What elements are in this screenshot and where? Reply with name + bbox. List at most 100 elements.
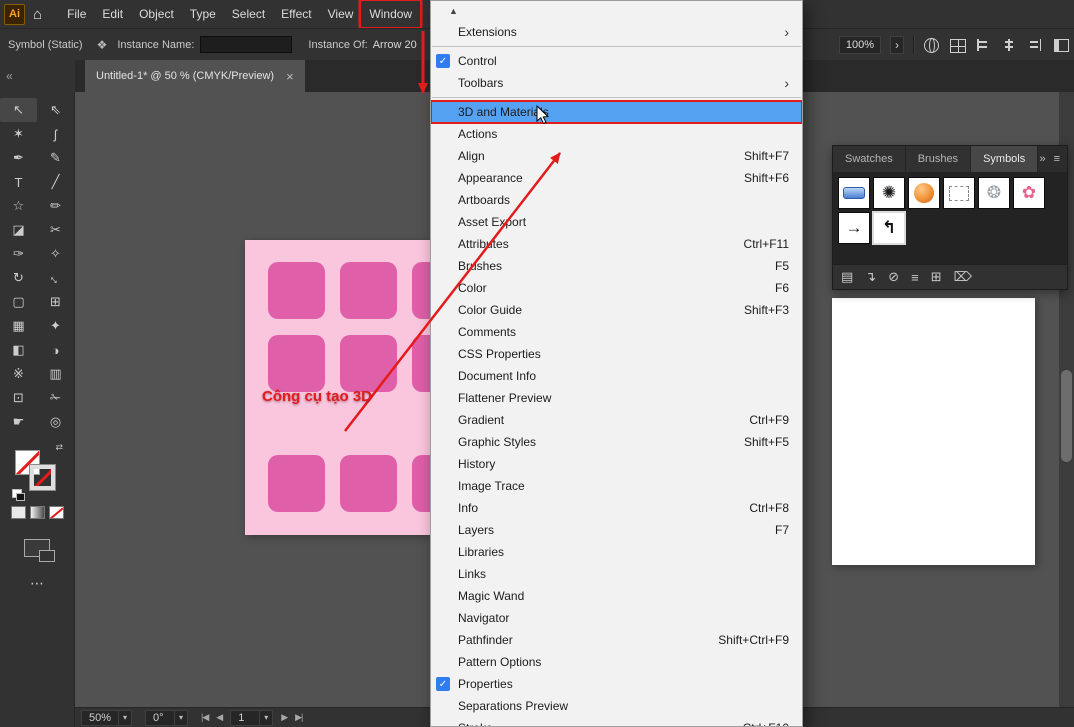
menu-item[interactable]: ✓ Image Trace › [431,475,802,497]
pink-square[interactable] [340,335,397,392]
menu-item[interactable]: ✓ Pathfinder Shift+Ctrl+F9 › [431,629,802,651]
menu-item[interactable]: ✓ Attributes Ctrl+F11 › [431,233,802,255]
menu-item[interactable]: ✓ Align Shift+F7 › [431,145,802,167]
menubar-item[interactable]: Effect [273,1,319,27]
rotation-combo[interactable]: 0° ▾ [145,710,188,726]
selection-tool[interactable]: ↖ [0,98,37,122]
menu-scroll-up[interactable]: ▲ [431,1,802,21]
color-button[interactable] [11,506,26,519]
pink-square[interactable] [412,262,430,319]
next-artboard-button[interactable]: ▶ [281,712,287,723]
menu-item[interactable]: ✓ Links › [431,563,802,585]
pink-square[interactable] [412,455,430,512]
menu-item[interactable]: ✓ Pattern Options › [431,651,802,673]
instance-name-input[interactable] [200,36,292,53]
none-button[interactable] [49,506,64,519]
menubar-item[interactable]: Select [224,1,273,27]
menu-item[interactable]: ✓ Properties › [431,673,802,695]
pink-square[interactable] [412,335,430,392]
menubar-item[interactable]: Type [182,1,224,27]
menu-item[interactable]: ✓ Gradient Ctrl+F9 › [431,409,802,431]
symbol-arrow-right[interactable]: → [838,212,870,244]
scrollbar-thumb[interactable] [1061,370,1072,462]
artboard-tool[interactable]: ⊡ [0,386,37,410]
zoom-dropdown-icon[interactable]: › [890,36,904,54]
slice-tool[interactable]: ✁ [37,386,74,410]
align-right-icon[interactable] [1027,38,1043,52]
symbol-pink-flower[interactable]: ✿ [1013,177,1045,209]
menu-item[interactable]: ✓ Libraries › [431,541,802,563]
last-artboard-button[interactable]: ▶| [295,712,302,723]
default-fill-stroke-icon[interactable] [12,489,22,498]
star-tool[interactable]: ☆ [0,194,37,218]
menu-item[interactable]: ✓ Brushes F5 › [431,255,802,277]
menu-item[interactable]: ✓ Flattener Preview › [431,387,802,409]
eraser-tool[interactable]: ◪ [0,218,37,242]
symbol-dashed-frame[interactable]: ▢ [943,177,975,209]
mesh-tool[interactable]: ▦ [0,314,37,338]
menu-item[interactable]: ✓ Color F6 › [431,277,802,299]
panel-tab[interactable]: Brushes [906,146,971,172]
free-transform-tool[interactable]: ▢ [0,290,37,314]
direct-selection-tool[interactable]: ⇖ [37,98,74,122]
column-graph-tool[interactable]: ▥ [37,362,74,386]
symbol-gear-ornament[interactable]: ❂ [978,177,1010,209]
chevron-down-icon[interactable]: ▾ [118,711,131,725]
pink-square[interactable] [268,455,325,512]
menu-item[interactable]: ✓ Navigator › [431,607,802,629]
zoom-tool[interactable]: ◎ [37,410,74,434]
menu-item[interactable]: ✓ 3D and Materials › [431,101,802,123]
menu-item[interactable]: ✓ CSS Properties › [431,343,802,365]
symbol-ink-splatter[interactable]: ✺ [873,177,905,209]
break-link-icon[interactable]: ⊘ [888,269,899,285]
pencil-tool[interactable]: ✏ [37,194,74,218]
collapse-dock-icon[interactable]: « [6,69,13,83]
pink-square[interactable] [340,262,397,319]
scissors-tool[interactable]: ✂ [37,218,74,242]
menu-item[interactable]: ✓ Comments › [431,321,802,343]
document-tab[interactable]: Untitled-1* @ 50 % (CMYK/Preview) × [85,60,305,92]
magic-wand-tool[interactable]: ✶ [0,122,37,146]
symbol-sprayer-tool[interactable]: ※ [0,362,37,386]
artboard[interactable] [832,298,1035,565]
panel-menu-icon[interactable]: ≡ [1054,153,1060,165]
menubar-item[interactable]: Object [131,1,182,27]
type-tool[interactable]: T [0,170,37,194]
delete-symbol-icon[interactable]: ⌦ [954,269,972,285]
new-symbol-icon[interactable]: ⊞ [931,269,942,285]
close-tab-icon[interactable]: × [286,69,294,84]
first-artboard-button[interactable]: |◀ [201,712,208,723]
menu-item[interactable]: ✓ Graphic Styles Shift+F5 › [431,431,802,453]
menu-item[interactable]: ✓ Document Info › [431,365,802,387]
artboard-combo[interactable]: 1 ▾ [230,710,273,726]
chevron-down-icon[interactable]: ▾ [174,711,187,725]
draw-modes-icon[interactable] [24,539,50,557]
menu-item[interactable]: ✓ Extensions › [431,21,802,43]
zoom-field[interactable]: 100% [839,36,881,54]
zoom-combo[interactable]: 50% ▾ [81,710,132,726]
menu-item[interactable]: ✓ Separations Preview › [431,695,802,717]
symbol-arrow-20[interactable]: ↰ [873,212,905,244]
menubar-item[interactable]: View [320,1,362,27]
home-icon[interactable]: ⌂ [25,6,51,23]
symbol-libraries-icon[interactable]: ▤ [841,269,853,285]
workspace-icon[interactable] [1053,38,1069,52]
shaper-tool[interactable]: ✧ [37,242,74,266]
lasso-tool[interactable]: ʃ [37,122,74,146]
menu-item[interactable]: ✓ Toolbars › [431,72,802,94]
align-left-icon[interactable] [975,38,991,52]
perspective-grid-tool[interactable]: ⊞ [37,290,74,314]
menu-item[interactable]: ✓ Stroke Ctrl+F10 › [431,717,802,727]
pink-square[interactable] [268,335,325,392]
scale-tool[interactable]: ↔ [37,266,74,290]
paintbrush-tool[interactable]: ✑ [0,242,37,266]
hand-tool[interactable]: ☛ [0,410,37,434]
symbol-orange-sphere[interactable]: ● [908,177,940,209]
menu-item[interactable]: ✓ Actions › [431,123,802,145]
pink-square[interactable] [340,455,397,512]
symbol-web-button[interactable]: ▬ [838,177,870,209]
menu-item[interactable]: ✓ Appearance Shift+F6 › [431,167,802,189]
panel-overflow-icon[interactable]: » [1039,153,1045,165]
symbol-options-icon[interactable]: ≡ [911,270,919,285]
prev-artboard-button[interactable]: ◀ [216,712,222,723]
